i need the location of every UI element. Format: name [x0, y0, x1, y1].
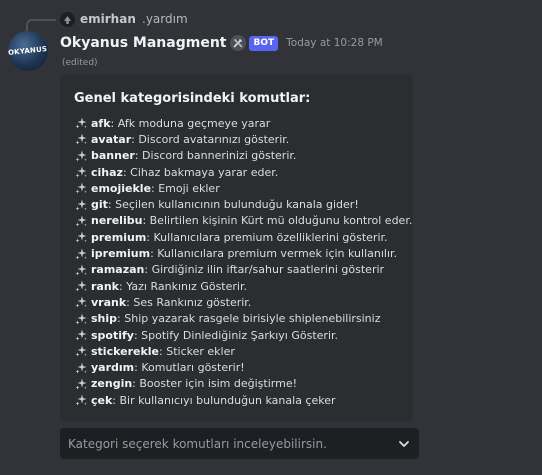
bot-avatar[interactable]: OKYANUS	[8, 31, 48, 71]
sparkles-icon	[74, 312, 88, 326]
sparkles-icon	[74, 295, 88, 309]
command-item: afk: Afk moduna geçmeye yarar	[74, 115, 399, 131]
sparkles-icon	[74, 181, 88, 195]
reply-spine	[26, 19, 56, 31]
command-name: premium	[91, 230, 147, 244]
sparkles-icon	[74, 393, 88, 407]
sparkles-icon	[74, 247, 88, 261]
command-item: çek: Bir kullanıcıyı bulunduğun kanala ç…	[74, 392, 399, 408]
command-item: cihaz: Cihaz bakmaya yarar eder.	[74, 164, 399, 180]
command-item: vrank: Ses Rankınız gösterir.	[74, 294, 399, 310]
command-description: : Kullanıcılara premium vermek için kull…	[150, 247, 398, 261]
command-item: ship: Ship yazarak rasgele birisiyle shi…	[74, 311, 399, 327]
reply-avatar-icon	[60, 12, 75, 27]
category-select-placeholder: Kategori seçerek komutları inceleyebilir…	[68, 436, 327, 451]
command-name: spotify	[91, 328, 134, 342]
command-item: spotify: Spotify Dinlediğiniz Şarkıyı Gö…	[74, 327, 399, 343]
command-name: emojiekle	[91, 181, 152, 195]
command-name: zengin	[91, 377, 133, 391]
command-item: premium: Kullanıcılara premium özellikle…	[74, 229, 399, 245]
command-name: vrank	[91, 295, 127, 309]
command-description: : Sticker ekler	[159, 344, 235, 358]
command-name: ship	[91, 312, 118, 326]
sparkles-icon	[74, 198, 88, 212]
command-description: : Spotify Dinlediğiniz Şarkıyı Gösterir.	[133, 328, 339, 342]
command-item: yardım: Komutları gösterir!	[74, 359, 399, 375]
message-header: Okyanus Managment BOT Today at 10:28 PM	[60, 33, 383, 53]
sparkles-icon	[74, 116, 88, 130]
sparkles-icon	[74, 279, 88, 293]
command-item: nerelibu: Belirtilen kişinin Kürt mü old…	[74, 213, 412, 229]
command-name: ipremium	[91, 247, 151, 261]
avatar-logo-text: OKYANUS	[8, 44, 48, 58]
sparkles-icon	[74, 132, 88, 146]
command-description: : Ship yazarak rasgele birisiyle shiplen…	[117, 312, 381, 326]
command-name: yardım	[91, 361, 135, 375]
command-name: çek	[91, 393, 113, 407]
command-description: : Discord avatarınızı gösterir.	[131, 132, 290, 146]
command-item: git: Seçilen kullanıcının bulunduğu kana…	[74, 196, 399, 212]
command-name: banner	[91, 149, 135, 163]
command-item: banner: Discord bannerinizi gösterir.	[74, 148, 399, 164]
command-description: : Cihaz bakmaya yarar eder.	[122, 165, 279, 179]
command-description: : Yazı Rankınız Gösterir.	[119, 279, 247, 293]
command-description: : Belirtilen kişinin Kürt mü olduğunu ko…	[142, 214, 413, 228]
reply-text[interactable]: .yardım	[142, 12, 188, 27]
command-description: : Bir kullanıcıyı bulunduğun kanala çeke…	[112, 393, 336, 407]
command-embed: Genel kategorisindeki komutlar: afk: Afk…	[60, 75, 413, 421]
command-item: zengin: Booster için isim değiştirme!	[74, 376, 399, 392]
command-item: rank: Yazı Rankınız Gösterir.	[74, 278, 399, 294]
sparkles-icon	[74, 328, 88, 342]
sparkles-icon	[74, 263, 88, 277]
command-name: git	[91, 198, 108, 212]
tools-icon	[230, 35, 247, 51]
command-description: : Booster için isim değiştirme!	[132, 377, 298, 391]
sparkles-icon	[74, 149, 88, 163]
command-description: : Kullanıcılara premium özelliklerini gö…	[146, 230, 388, 244]
command-name: stickerekle	[91, 344, 160, 358]
command-item: emojiekle: Emoji ekler	[74, 180, 399, 196]
reply-author[interactable]: emirhan	[80, 12, 136, 27]
bot-tag: BOT	[249, 35, 279, 51]
command-name: cihaz	[91, 165, 123, 179]
command-name: afk	[91, 116, 111, 130]
reply-avatar[interactable]	[60, 12, 75, 27]
sparkles-icon	[74, 344, 88, 358]
chevron-down-icon	[397, 437, 411, 451]
command-item: ipremium: Kullanıcılara premium vermek i…	[74, 245, 399, 261]
command-description: : Discord bannerinizi gösterir.	[134, 149, 297, 163]
bot-tag-label: BOT	[253, 37, 275, 48]
command-item: avatar: Discord avatarınızı gösterir.	[74, 131, 399, 147]
embed-title: Genel kategorisindeki komutlar:	[74, 91, 311, 106]
command-name: avatar	[91, 132, 132, 146]
edited-indicator: (edited)	[62, 58, 98, 68]
command-item: ramazan: Girdiğiniz ilin iftar/sahur saa…	[74, 262, 399, 278]
command-description: : Girdiğiniz ilin iftar/sahur saatlerini…	[144, 263, 385, 277]
sparkles-icon	[74, 165, 88, 179]
command-name: ramazan	[91, 263, 145, 277]
command-description: : Afk moduna geçmeye yarar	[110, 116, 271, 130]
command-list: afk: Afk moduna geçmeye yarar avatar: Dis…	[74, 115, 412, 408]
command-description: : Seçilen kullanıcının bulunduğu kanala …	[107, 198, 359, 212]
message-timestamp[interactable]: Today at 10:28 PM	[286, 37, 383, 49]
command-name: rank	[91, 279, 119, 293]
sparkles-icon	[74, 361, 88, 375]
command-description: : Komutları gösterir!	[134, 361, 245, 375]
sparkles-icon	[74, 377, 88, 391]
command-description: : Ses Rankınız gösterir.	[126, 295, 252, 309]
command-name: nerelibu	[91, 214, 143, 228]
sparkles-icon	[74, 230, 88, 244]
command-description: : Emoji ekler	[151, 181, 220, 195]
sparkles-icon	[74, 214, 88, 228]
category-select[interactable]: Kategori seçerek komutları inceleyebilir…	[60, 428, 419, 459]
command-item: stickerekle: Sticker ekler	[74, 343, 399, 359]
bot-username[interactable]: Okyanus Managment	[60, 35, 226, 51]
